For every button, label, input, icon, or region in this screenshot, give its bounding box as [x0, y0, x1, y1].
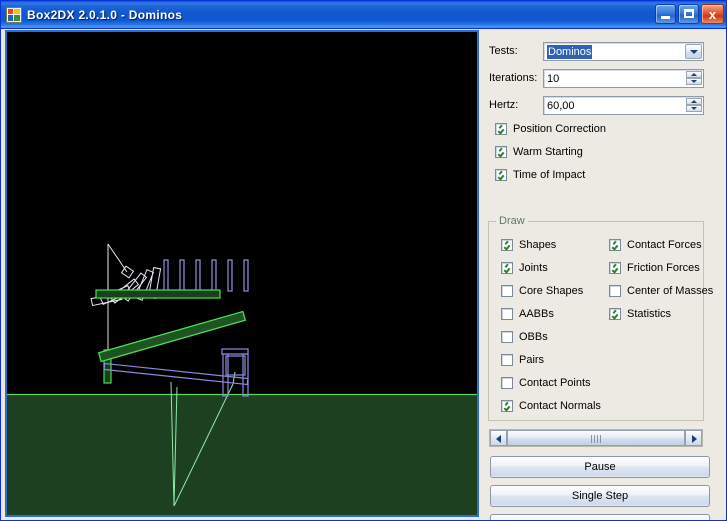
- checkbox-position-correction[interactable]: Position Correction: [489, 123, 606, 135]
- ground-body: [7, 393, 477, 515]
- iterations-input[interactable]: 10: [543, 69, 704, 88]
- checkbox-contact-normals[interactable]: Contact Normals: [495, 400, 601, 412]
- tests-label: Tests:: [489, 45, 518, 57]
- checkbox-icon[interactable]: [501, 377, 513, 389]
- minimize-button[interactable]: [655, 4, 676, 24]
- checkbox-icon[interactable]: [501, 308, 513, 320]
- checkbox-label: AABBs: [519, 308, 554, 320]
- checkbox-label: Center of Masses: [627, 285, 714, 297]
- title-bar: Box2DX 2.0.1.0 - Dominos x: [1, 1, 726, 29]
- checkbox-center-of-masses[interactable]: Center of Masses: [603, 285, 713, 297]
- hertz-value: 60,00: [547, 100, 575, 112]
- checkbox-label: Statistics: [627, 308, 672, 320]
- maximize-icon: [684, 9, 694, 18]
- chevron-right-icon[interactable]: [685, 430, 702, 446]
- checkbox-label: Time of Impact: [513, 169, 586, 181]
- window-title: Box2DX 2.0.1.0 - Dominos: [27, 7, 183, 22]
- stepper-up-icon[interactable]: [686, 98, 702, 105]
- checkbox-icon[interactable]: [609, 308, 621, 320]
- scrollbar-thumb[interactable]: [507, 430, 685, 446]
- checkbox-statistics[interactable]: Statistics: [603, 308, 671, 320]
- hertz-label-row: Hertz:: [489, 99, 518, 111]
- window-controls: x: [655, 4, 724, 24]
- client-area: Tests: Dominos Iterations: 10 Hertz: 60,…: [1, 29, 726, 520]
- stepper-up-icon[interactable]: [686, 71, 702, 78]
- checkbox-icon[interactable]: [609, 285, 621, 297]
- stepper-down-icon[interactable]: [686, 105, 702, 112]
- stepper-down-icon[interactable]: [686, 78, 702, 85]
- checkbox-icon[interactable]: [501, 331, 513, 343]
- hertz-label: Hertz:: [489, 99, 519, 111]
- checkbox-label: Shapes: [519, 239, 557, 251]
- checkbox-label: OBBs: [519, 331, 548, 343]
- checkbox-pairs[interactable]: Pairs: [495, 354, 544, 366]
- checkbox-icon[interactable]: [501, 239, 513, 251]
- draw-groupbox-legend: Draw: [496, 215, 528, 227]
- checkbox-aabbs[interactable]: AABBs: [495, 308, 554, 320]
- checkbox-icon[interactable]: [501, 354, 513, 366]
- checkbox-contact-forces[interactable]: Contact Forces: [603, 239, 702, 251]
- hertz-stepper[interactable]: [686, 98, 702, 113]
- pause-button[interactable]: Pause: [490, 456, 710, 478]
- upper-platform: [95, 289, 221, 299]
- tests-combobox-value: Dominos: [547, 45, 593, 59]
- checkbox-icon[interactable]: [501, 285, 513, 297]
- checkbox-label: Contact Points: [519, 377, 591, 389]
- tests-label-row: Tests:: [489, 45, 518, 57]
- scrollbar-grip: [591, 435, 602, 443]
- main-window: Box2DX 2.0.1.0 - Dominos x Tests: Domino…: [0, 0, 727, 521]
- checkbox-warm-starting[interactable]: Warm Starting: [489, 146, 583, 158]
- minimize-icon: [661, 16, 670, 19]
- checkbox-label: Contact Normals: [519, 400, 601, 412]
- scrollbar-track[interactable]: [507, 430, 685, 446]
- checkbox-label: Position Correction: [513, 123, 606, 135]
- close-icon: x: [708, 7, 717, 22]
- physics-scene: [7, 32, 477, 515]
- hertz-input[interactable]: 60,00: [543, 96, 704, 115]
- app-icon: [6, 6, 22, 23]
- checkbox-time-of-impact[interactable]: Time of Impact: [489, 169, 585, 181]
- checkbox-icon[interactable]: [495, 123, 507, 135]
- tests-combobox[interactable]: Dominos: [543, 42, 704, 61]
- checkbox-core-shapes[interactable]: Core Shapes: [495, 285, 583, 297]
- single-step-button-label: Single Step: [571, 490, 629, 502]
- checkbox-label: Friction Forces: [627, 262, 700, 274]
- simulation-viewport[interactable]: [7, 32, 477, 515]
- chevron-down-icon[interactable]: [685, 44, 702, 59]
- close-button[interactable]: x: [701, 4, 724, 24]
- iterations-label-row: Iterations:: [489, 72, 537, 84]
- horizontal-scrollbar[interactable]: [489, 429, 703, 447]
- iterations-stepper[interactable]: [686, 71, 702, 86]
- checkbox-friction-forces[interactable]: Friction Forces: [603, 262, 700, 274]
- checkbox-icon[interactable]: [495, 146, 507, 158]
- checkbox-icon[interactable]: [609, 239, 621, 251]
- checkbox-label: Warm Starting: [513, 146, 583, 158]
- checkbox-label: Contact Forces: [627, 239, 702, 251]
- checkbox-contact-points[interactable]: Contact Points: [495, 377, 591, 389]
- checkbox-icon[interactable]: [609, 262, 621, 274]
- maximize-button[interactable]: [678, 4, 699, 24]
- draw-groupbox: Draw: [488, 215, 704, 421]
- simulation-viewport-frame: [5, 30, 479, 517]
- checkbox-icon[interactable]: [501, 400, 513, 412]
- single-step-button[interactable]: Single Step: [490, 485, 710, 507]
- iterations-value: 10: [547, 73, 560, 85]
- checkbox-label: Pairs: [519, 354, 545, 366]
- checkbox-icon[interactable]: [495, 169, 507, 181]
- iterations-label: Iterations:: [489, 72, 538, 84]
- checkbox-label: Joints: [519, 262, 548, 274]
- checkbox-obbs[interactable]: OBBs: [495, 331, 548, 343]
- checkbox-icon[interactable]: [501, 262, 513, 274]
- pause-button-label: Pause: [584, 461, 616, 473]
- checkbox-joints[interactable]: Joints: [495, 262, 548, 274]
- chevron-left-icon[interactable]: [490, 430, 507, 446]
- quit-button[interactable]: Quit: [490, 514, 710, 520]
- checkbox-label: Core Shapes: [519, 285, 584, 297]
- checkbox-shapes[interactable]: Shapes: [495, 239, 556, 251]
